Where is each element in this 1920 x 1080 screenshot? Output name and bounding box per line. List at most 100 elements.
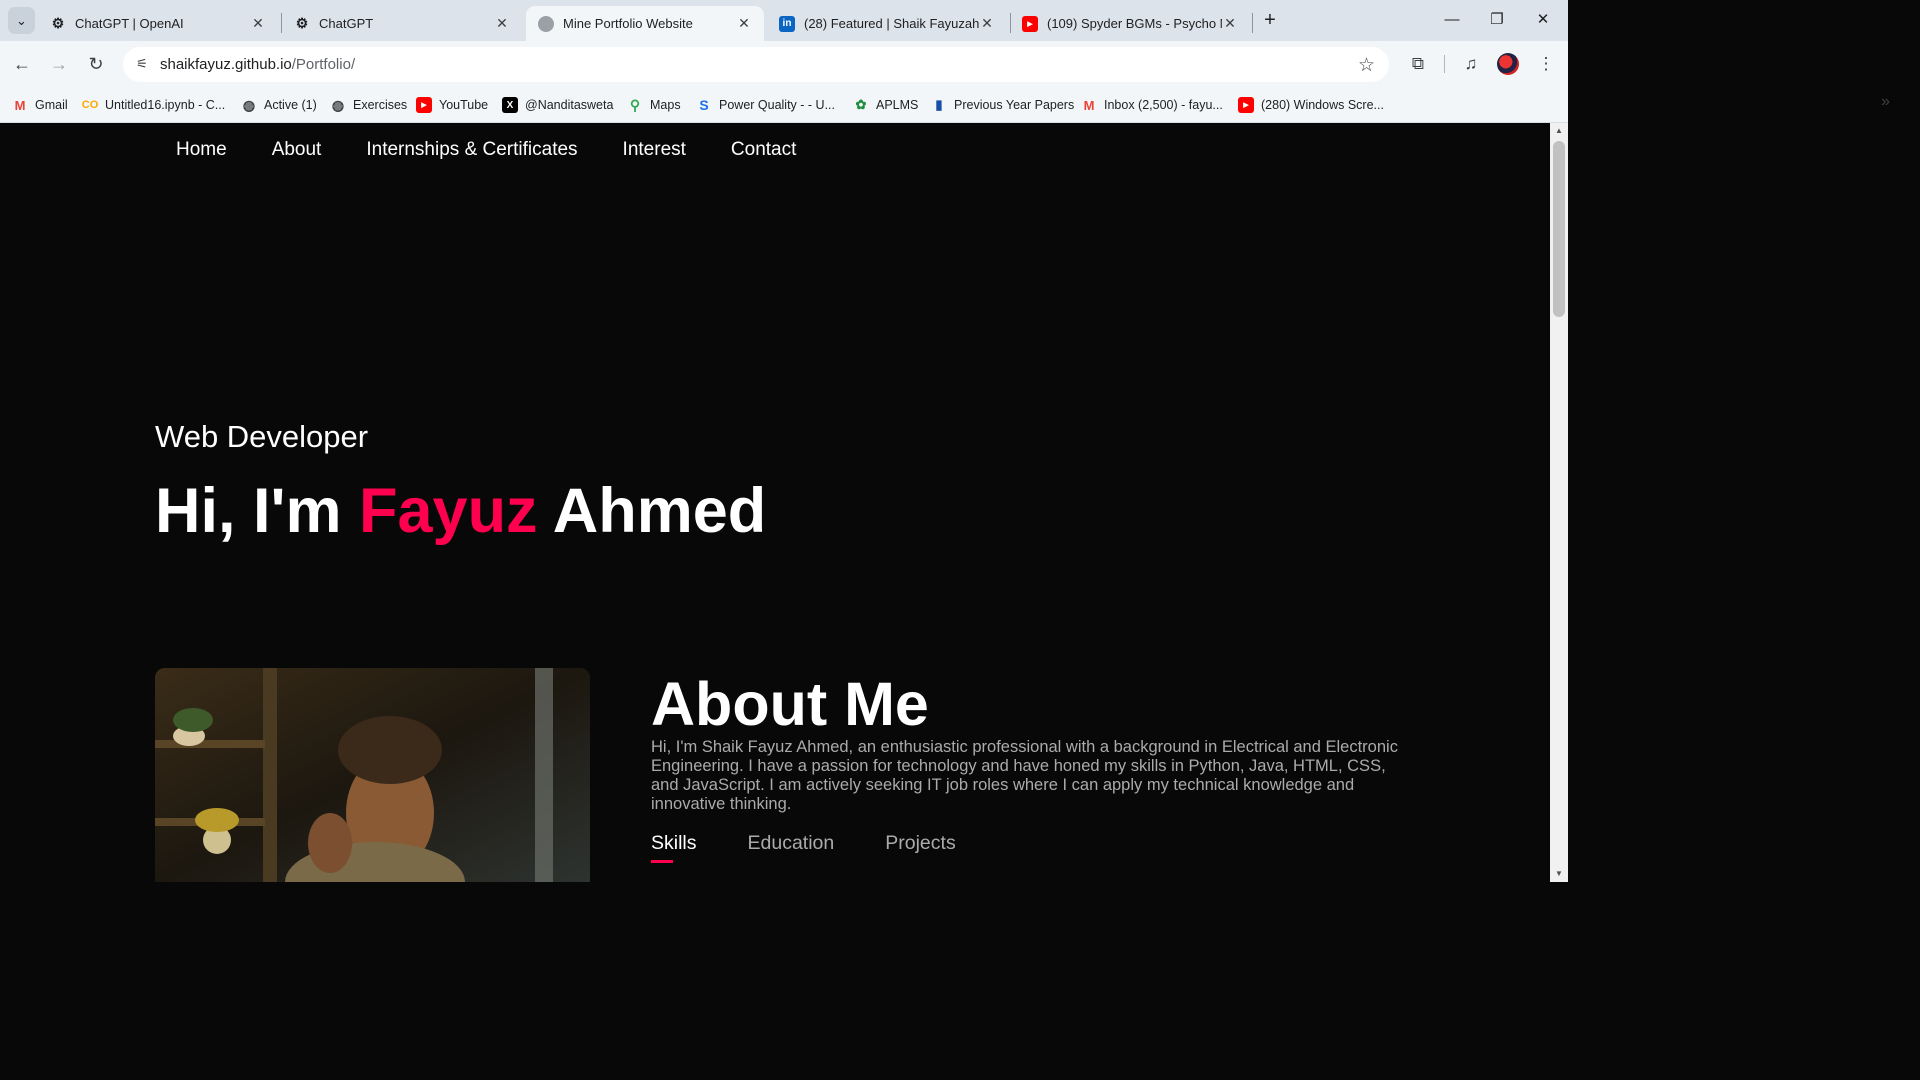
bookmark-power-quality[interactable]: S Power Quality - - U... [696,95,835,115]
back-icon[interactable]: ← [9,51,35,77]
about-title: About Me [651,670,929,738]
profile-photo-image [155,668,590,882]
bookmark-active[interactable]: ◍ Active (1) [241,95,317,115]
bookmark-inbox[interactable]: M Inbox (2,500) - fayu... [1081,95,1223,115]
minimize-icon[interactable]: — [1440,8,1464,32]
bookmark-maps[interactable]: ⚲ Maps [627,95,681,115]
bookmark-label: YouTube [439,98,489,112]
tab-portfolio[interactable]: Mine Portfolio Website ✕ [526,6,764,41]
hero-name-accent: Fayuz [359,476,538,546]
maps-icon: ⚲ [629,96,641,113]
bookmark-label: (280) Windows Scre... [1261,98,1384,112]
reload-icon[interactable]: ↻ [83,51,109,77]
media-control-icon[interactable]: ♫ [1458,51,1484,77]
tab-title: ChatGPT [319,16,374,31]
bookmark-label: Maps [650,98,681,112]
bookmark-gmail[interactable]: M Gmail [12,95,68,115]
forward-icon[interactable]: → [46,51,72,77]
globe-icon [538,15,554,32]
tab-title: ChatGPT | OpenAI [75,16,184,31]
tab-linkedin[interactable]: in (28) Featured | Shaik Fayuzahmed ✕ [767,6,1007,41]
youtube-icon: ▶ [1238,97,1254,113]
youtube-icon: ▶ [1022,15,1038,32]
tab-chatgpt-openai[interactable]: ⚙ ChatGPT | OpenAI ✕ [38,6,278,41]
bookmark-label: @Nanditasweta [525,98,614,112]
bookmark-previous-year-papers[interactable]: ▮ Previous Year Papers [931,95,1074,115]
bookmark-label: Exercises [353,98,408,112]
tab-divider [1252,13,1253,33]
nav-interest[interactable]: Interest [623,139,686,161]
nav-about[interactable]: About [272,139,322,161]
scroll-down-icon[interactable]: ▼ [1550,866,1568,882]
role-title: Web Developer [155,419,369,454]
youtube-icon: ▶ [416,97,432,113]
bookmark-exercises[interactable]: ◍ Exercises [330,95,407,115]
tab-strip: ⌄ ⚙ ChatGPT | OpenAI ✕ ⚙ ChatGPT ✕ Mine … [0,0,1568,41]
bookmark-aplms[interactable]: ✿ APLMS [853,95,919,115]
tab-youtube-spyder[interactable]: ▶ (109) Spyder BGMs - Psycho Mu ✕ [1010,6,1250,41]
tab-title: (28) Featured | Shaik Fayuzahmed [804,16,979,31]
bookmark-x[interactable]: X @Nanditasweta [502,95,613,115]
hero-heading: Hi, I'm Fayuz Ahmed [155,475,766,547]
address-bar[interactable]: ⚟ shaikfayuz.github.io/Portfolio/ ☆ [123,47,1389,82]
s-icon: S [699,97,709,113]
about-tabs: Skills Education Projects [651,832,956,863]
bookmark-label: Active (1) [264,98,317,112]
book-icon: ▮ [935,97,943,112]
bookmark-label: Previous Year Papers [954,98,1075,112]
bookmark-label: Inbox (2,500) - fayu... [1104,98,1223,112]
close-icon[interactable]: ✕ [494,15,510,32]
tab-chatgpt[interactable]: ⚙ ChatGPT ✕ [282,6,522,41]
tab-skills[interactable]: Skills [651,832,697,863]
url-path: /Portfolio/ [291,56,356,73]
bookmarks-bar: M Gmail CO Untitled16.ipynb - C... ◍ Active… [0,87,1568,123]
nav-contact[interactable]: Contact [731,139,796,161]
bookmark-windows-screen[interactable]: ▶ (280) Windows Scre... [1238,95,1384,115]
bookmark-star-icon[interactable]: ☆ [1358,54,1375,77]
url-host: shaikfayuz.github.io [160,56,292,73]
bookmark-label: Untitled16.ipynb - C... [105,98,226,112]
url-text[interactable]: shaikfayuz.github.io/Portfolio/ [160,56,355,73]
openai-icon: ⚙ [51,15,65,31]
portfolio-page: Home About Internships & Certificates In… [0,123,1550,882]
more-menu-icon[interactable]: ⋮ [1533,51,1559,77]
tab-title: (109) Spyder BGMs - Psycho Mu [1047,16,1222,31]
close-icon[interactable]: ✕ [250,15,266,32]
new-tab-button[interactable]: + [1259,9,1281,31]
bookmark-label: Power Quality - - U... [719,98,835,112]
window-close-icon[interactable]: ✕ [1531,8,1555,32]
extensions-icon[interactable]: ⧉ [1405,51,1431,77]
bookmark-label: APLMS [876,98,919,112]
bookmark-label: Gmail [35,98,68,112]
hero-prefix: Hi, I'm [155,476,360,546]
linkedin-icon: in [779,15,795,32]
page-scrollbar[interactable]: ▲ ▼ [1550,123,1568,882]
toolbar-divider [1444,55,1445,73]
site-nav: Home About Internships & Certificates In… [176,139,796,161]
close-icon[interactable]: ✕ [1222,15,1238,32]
tab-projects[interactable]: Projects [885,832,955,863]
x-icon: X [502,97,518,113]
more-bookmarks-icon[interactable]: » [1881,93,1890,111]
nav-home[interactable]: Home [176,139,227,161]
profile-avatar[interactable] [1497,53,1519,75]
globe-icon: ◍ [242,96,256,113]
bookmark-colab[interactable]: CO Untitled16.ipynb - C... [82,95,225,115]
about-description: Hi, I'm Shaik Fayuz Ahmed, an enthusiast… [651,738,1398,813]
gmail-icon: M [1083,97,1095,113]
nav-internships[interactable]: Internships & Certificates [366,139,577,161]
chevron-down-icon[interactable]: ⌄ [8,7,35,34]
colab-icon: CO [81,99,99,111]
gmail-icon: M [14,97,26,113]
aplms-icon: ✿ [855,97,867,112]
scrollbar-thumb[interactable] [1553,141,1565,317]
scroll-up-icon[interactable]: ▲ [1550,123,1568,139]
bookmark-youtube[interactable]: ▶ YouTube [416,95,488,115]
close-icon[interactable]: ✕ [979,15,995,32]
profile-photo [155,668,590,882]
globe-icon: ◍ [331,96,345,113]
site-settings-icon[interactable]: ⚟ [133,55,151,73]
restore-icon[interactable]: ❐ [1485,8,1509,32]
tab-education[interactable]: Education [748,832,835,863]
close-icon[interactable]: ✕ [736,15,752,32]
